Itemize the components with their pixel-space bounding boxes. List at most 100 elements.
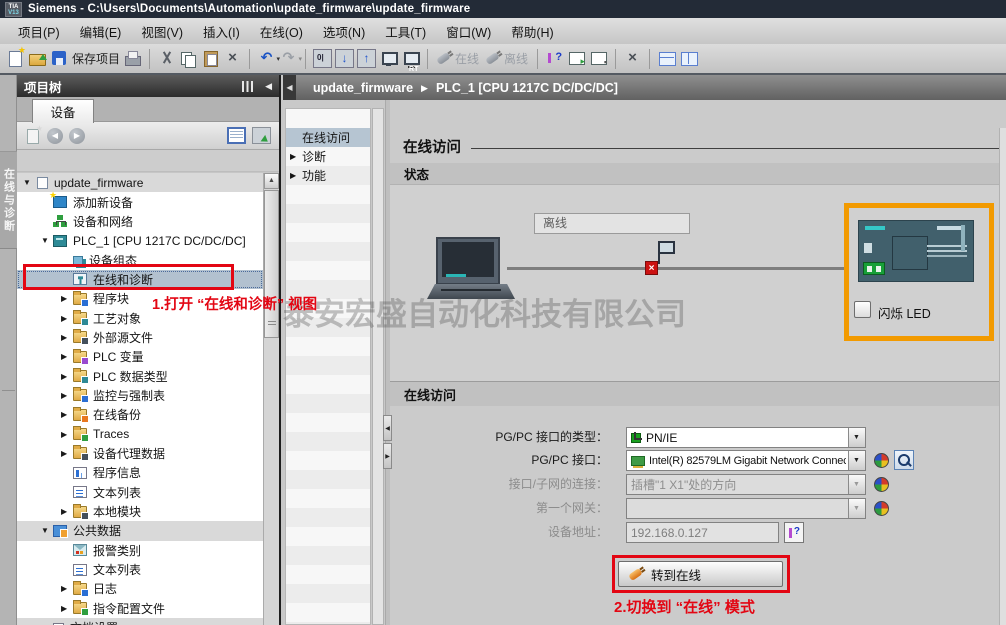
- start-cpu-icon[interactable]: [567, 49, 586, 68]
- expand-arrow[interactable]: ▶: [290, 171, 299, 180]
- expand-arrow[interactable]: ▶: [61, 584, 73, 593]
- paste-icon[interactable]: [201, 49, 220, 68]
- expand-arrow[interactable]: ▶: [61, 430, 73, 439]
- tree-item-watch-tables[interactable]: ▶ 监控与强制表: [17, 386, 263, 405]
- cut-icon[interactable]: [157, 49, 176, 68]
- menu-insert[interactable]: 插入(I): [193, 19, 250, 44]
- menu-project[interactable]: 项目(P): [8, 19, 70, 44]
- save-project-label[interactable]: 保存项目: [72, 50, 120, 67]
- expand-arrow[interactable]: ▶: [61, 604, 73, 613]
- collapse-panel-icon[interactable]: ◀: [265, 81, 272, 92]
- tree-item-program-info[interactable]: 程序信息: [17, 463, 263, 482]
- accessible-devices-icon[interactable]: [784, 522, 804, 543]
- menu-options[interactable]: 选项(N): [313, 19, 375, 44]
- tree-item-common-data[interactable]: ▼ 公共数据: [17, 521, 263, 541]
- expand-arrow[interactable]: ▶: [61, 410, 73, 419]
- expand-arrow[interactable]: ▶: [290, 152, 299, 161]
- expand-arrow[interactable]: ▼: [23, 178, 35, 187]
- main-pane-scrollbar[interactable]: [999, 128, 1006, 625]
- tree-item-instruction-profiles[interactable]: ▶ 指令配置文件: [17, 599, 263, 618]
- expand-arrow[interactable]: ▶: [61, 294, 73, 303]
- redo-icon[interactable]: ↷: [279, 49, 302, 68]
- pg-pc-interface-select[interactable]: Intel(R) 82579LM Gigabit Network Connect…: [626, 450, 866, 471]
- expand-arrow[interactable]: ▶: [61, 391, 73, 400]
- expand-arrow[interactable]: ▼: [41, 236, 53, 245]
- delete-icon[interactable]: ×: [223, 49, 242, 68]
- expand-arrow[interactable]: ▶: [61, 352, 73, 361]
- expand-arrow[interactable]: ▼: [41, 526, 53, 535]
- go-offline-label[interactable]: 离线: [504, 50, 528, 67]
- interface-properties-icon[interactable]: [874, 453, 889, 468]
- tree-item-local-modules[interactable]: ▶ 本地模块: [17, 502, 263, 521]
- expand-arrow[interactable]: ▶: [61, 507, 73, 516]
- tab-devices[interactable]: 设备: [32, 99, 94, 123]
- nav-item-online-access[interactable]: 在线访问: [286, 128, 370, 147]
- flash-led-checkbox[interactable]: [854, 301, 871, 318]
- tree-item-devices-networks[interactable]: 设备和网络: [17, 212, 263, 231]
- update-view-icon[interactable]: [252, 127, 271, 144]
- breadcrumb-project[interactable]: update_firmware: [313, 81, 413, 95]
- nav-item-diagnostics[interactable]: ▶ 诊断: [286, 147, 370, 166]
- tree-item-online-backups[interactable]: ▶ 在线备份: [17, 405, 263, 424]
- menu-window[interactable]: 窗口(W): [436, 19, 501, 44]
- accessible-devices-icon[interactable]: [545, 49, 564, 68]
- tree-item-alarm-classes[interactable]: 报警类别: [17, 541, 263, 560]
- save-project-icon[interactable]: [50, 49, 69, 68]
- stop-cpu-icon[interactable]: [589, 49, 608, 68]
- start-runtime-icon[interactable]: [401, 49, 421, 68]
- tree-item-plc-tags[interactable]: ▶ PLC 变量: [17, 347, 263, 366]
- tree-new-icon[interactable]: [25, 124, 43, 144]
- undo-icon[interactable]: ↶: [257, 49, 280, 68]
- go-online-button[interactable]: 转到在线: [618, 561, 783, 587]
- device-monitor-icon[interactable]: [379, 49, 399, 68]
- print-icon[interactable]: [123, 49, 142, 68]
- menu-tools[interactable]: 工具(T): [375, 19, 436, 44]
- expand-arrow[interactable]: ▶: [61, 372, 73, 381]
- tree-item-traces[interactable]: ▶ Traces: [17, 424, 263, 443]
- new-project-icon[interactable]: [6, 45, 26, 68]
- split-editor-horizontal-icon[interactable]: [657, 49, 677, 68]
- splitter-collapse-right-icon[interactable]: ▶: [383, 443, 392, 469]
- nav-scrollbar[interactable]: [372, 108, 384, 625]
- change-interface-icon[interactable]: [894, 450, 914, 470]
- expand-arrow[interactable]: ▶: [61, 449, 73, 458]
- tree-item-text-lists[interactable]: 文本列表: [17, 483, 263, 502]
- go-online-icon[interactable]: [436, 51, 451, 66]
- menu-help[interactable]: 帮助(H): [501, 19, 563, 44]
- tree-item-plc-data-types[interactable]: ▶ PLC 数据类型: [17, 366, 263, 385]
- navigate-forward-icon[interactable]: ▶: [69, 127, 85, 144]
- upload-from-device-icon[interactable]: ↑: [357, 49, 377, 68]
- device-address-input[interactable]: 192.168.0.127: [626, 522, 779, 543]
- nav-item-functions[interactable]: ▶ 功能: [286, 166, 370, 185]
- collapse-tree-icon[interactable]: ◀: [283, 75, 296, 100]
- go-offline-icon[interactable]: [485, 51, 500, 66]
- scroll-up-icon[interactable]: ▲: [264, 173, 279, 189]
- open-project-icon[interactable]: [28, 49, 47, 68]
- menu-edit[interactable]: 编辑(E): [70, 19, 132, 44]
- download-to-device-icon[interactable]: ↓: [335, 49, 355, 68]
- dropdown-arrow-icon[interactable]: [848, 451, 865, 470]
- copy-icon[interactable]: [179, 49, 198, 68]
- expand-arrow[interactable]: ▶: [61, 314, 73, 323]
- tree-item-device-proxy-data[interactable]: ▶ 设备代理数据: [17, 444, 263, 463]
- tree-item-logs[interactable]: ▶ 日志: [17, 579, 263, 598]
- tree-item-document-settings[interactable]: ▼文档设置: [17, 617, 263, 625]
- compile-icon[interactable]: [313, 49, 333, 68]
- splitter-collapse-left-icon[interactable]: ◀: [383, 415, 392, 441]
- tree-item-plc1[interactable]: ▼ PLC_1 [CPU 1217C DC/DC/DC]: [17, 231, 263, 250]
- cross-reference-icon[interactable]: ×: [623, 49, 642, 68]
- interface-type-select[interactable]: PN/IE: [626, 427, 866, 448]
- menu-view[interactable]: 视图(V): [131, 19, 193, 44]
- columns-icon[interactable]: [242, 80, 256, 92]
- online-diagnostics-vertical-tab[interactable]: 在线与诊断: [0, 151, 17, 249]
- breadcrumb-target[interactable]: PLC_1 [CPU 1217C DC/DC/DC]: [436, 81, 618, 95]
- tree-item-add-device[interactable]: 添加新设备: [17, 190, 263, 211]
- tree-item-external-sources[interactable]: ▶ 外部源文件: [17, 328, 263, 347]
- navigate-back-icon[interactable]: ◀: [47, 127, 63, 144]
- tree-scrollbar[interactable]: ▲: [263, 173, 279, 625]
- go-online-label[interactable]: 在线: [455, 50, 479, 67]
- tree-item-text-lists-2[interactable]: 文本列表: [17, 560, 263, 579]
- dropdown-arrow-icon[interactable]: [848, 428, 865, 447]
- scrollbar-thumb[interactable]: [264, 190, 279, 338]
- menu-online[interactable]: 在线(O): [250, 19, 313, 44]
